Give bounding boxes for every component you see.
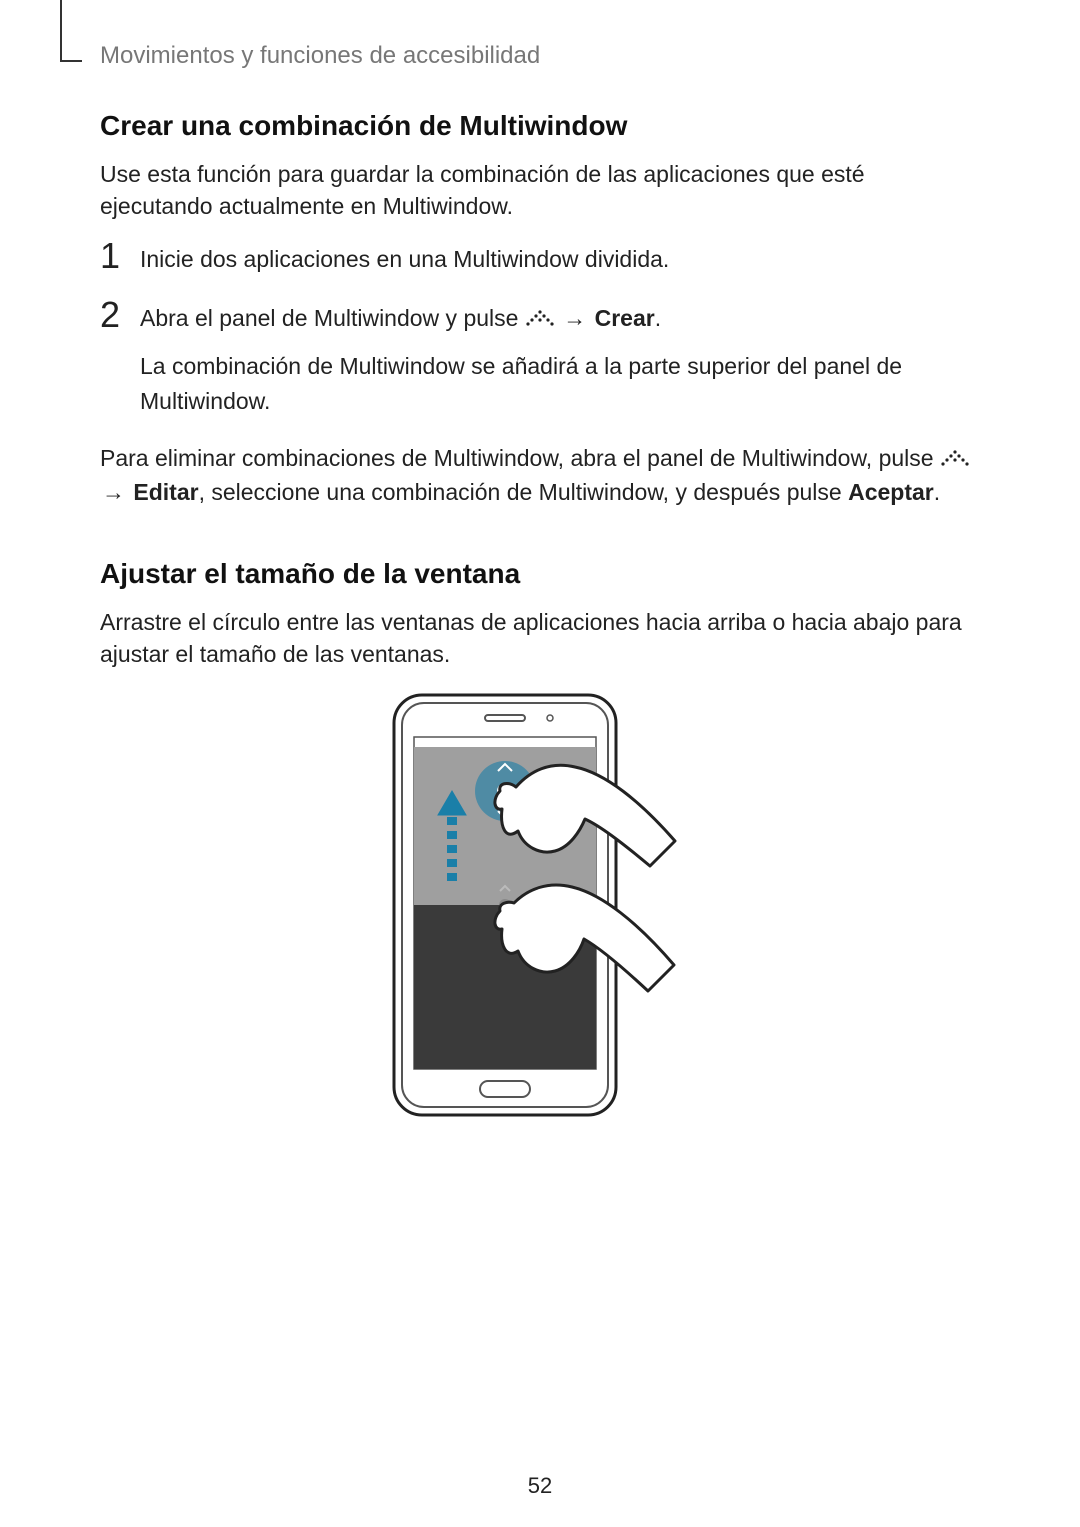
step-2-arrow: →	[563, 305, 586, 331]
step-1-number: 1	[100, 238, 140, 274]
step-2-period: .	[655, 305, 661, 331]
after-aceptar: Aceptar	[848, 479, 934, 505]
page-corner-mark	[60, 0, 82, 62]
step-2-number: 2	[100, 297, 140, 333]
section2-title: Ajustar el tamaño de la ventana	[100, 558, 980, 590]
section1-title: Crear una combinación de Multiwindow	[100, 110, 980, 142]
multiwindow-menu-icon	[525, 301, 555, 336]
after-period: .	[934, 479, 940, 505]
page-number: 52	[0, 1473, 1080, 1499]
section1-after: Para eliminar combinaciones de Multiwind…	[100, 442, 980, 508]
step-2-body: Abra el panel de Multiwindow y pulse → C…	[140, 301, 980, 418]
resize-window-illustration	[100, 691, 980, 1121]
section1-intro: Use esta función para guardar la combina…	[100, 158, 980, 222]
steps-list: 1 Inicie dos aplicaciones en una Multiwi…	[100, 242, 980, 418]
after-arrow: →	[102, 479, 125, 505]
section2-intro: Arrastre el círculo entre las ventanas d…	[100, 606, 980, 670]
step-1: 1 Inicie dos aplicaciones en una Multiwi…	[100, 242, 980, 277]
step-2-text-a: Abra el panel de Multiwindow y pulse	[140, 305, 525, 331]
breadcrumb: Movimientos y funciones de accesibilidad	[100, 42, 980, 70]
step-2-crear: Crear	[595, 305, 655, 331]
step-1-body: Inicie dos aplicaciones en una Multiwind…	[140, 242, 980, 277]
step-2-sub: La combinación de Multiwindow se añadirá…	[140, 349, 980, 418]
multiwindow-menu-icon-2	[940, 442, 970, 474]
step-2: 2 Abra el panel de Multiwindow y pulse →…	[100, 301, 980, 418]
after-editar: Editar	[133, 479, 198, 505]
after-text-b: , seleccione una combinación de Multiwin…	[199, 479, 849, 505]
after-text-a: Para eliminar combinaciones de Multiwind…	[100, 445, 940, 471]
